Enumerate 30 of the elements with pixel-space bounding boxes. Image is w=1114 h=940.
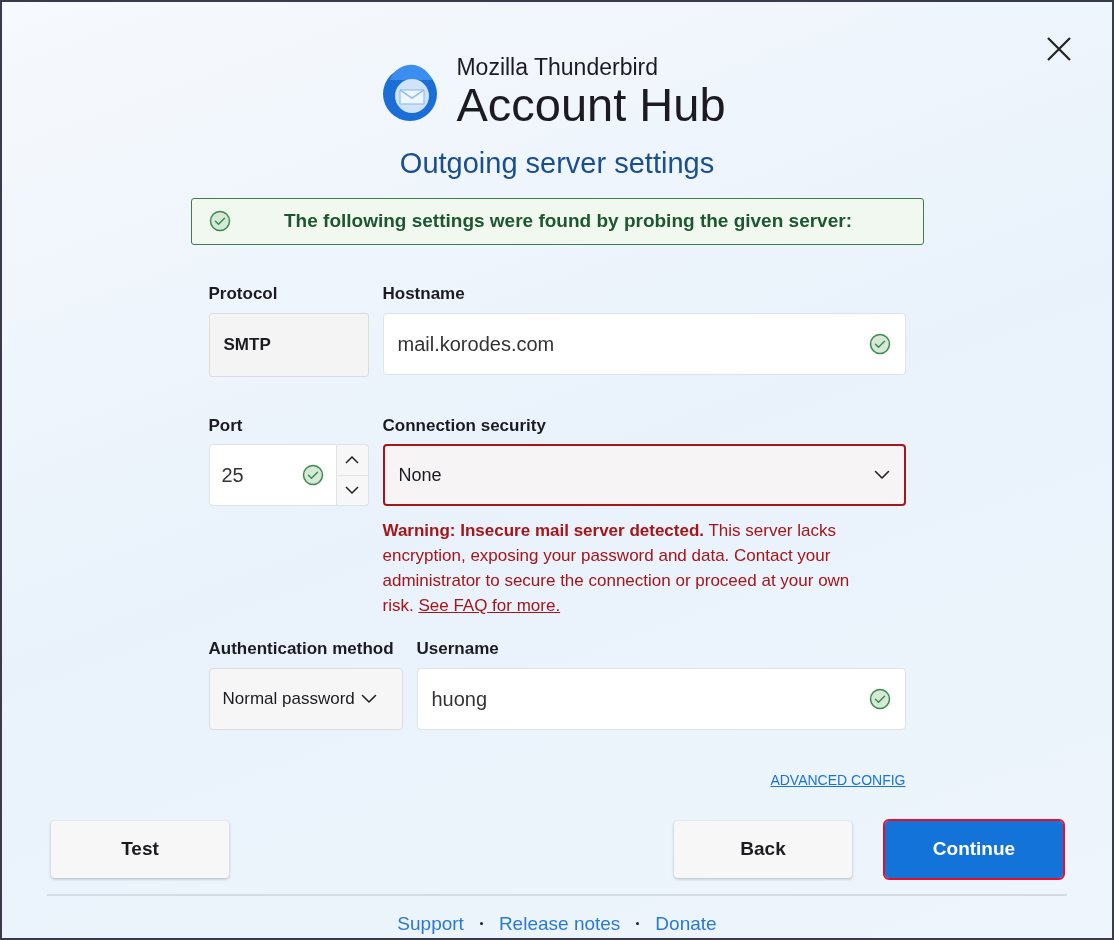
advanced-config-link[interactable]: ADVANCED CONFIG — [770, 769, 906, 791]
page-title: Outgoing server settings — [399, 146, 715, 181]
footer-link[interactable]: Support — [397, 909, 464, 938]
field-label: Hostname — [382, 283, 466, 306]
protocol-field: SMTP — [208, 312, 369, 377]
chevron-down-icon — [345, 486, 359, 495]
faq-link[interactable]: See FAQ for more. — [418, 596, 561, 616]
security-dropdown[interactable]: None — [382, 444, 906, 507]
field-label: Protocol — [208, 283, 279, 306]
warning-message: Warning: Insecure mail server detected. This server lacks encryption, exposing your password and data. Contact your administrator to secure the connection or proceed at your own risk. See FAQ for more. — [382, 520, 851, 618]
field-label: Port — [208, 414, 244, 437]
product-title: Account Hub — [456, 81, 726, 128]
field-label: Authentication method — [208, 638, 395, 661]
port-field[interactable]: 25 — [208, 444, 337, 507]
chevron-down-icon — [873, 470, 890, 481]
username-field[interactable]: huong — [416, 667, 906, 730]
secondary-button[interactable]: Test — [51, 820, 229, 878]
secondary-button[interactable]: Back — [674, 820, 852, 878]
check-circle-icon — [208, 210, 231, 233]
field-label: Connection security — [382, 414, 547, 437]
auth-method-dropdown[interactable]: Normal password — [208, 667, 403, 730]
hostname-field[interactable]: mail.korodes.com — [382, 312, 906, 375]
brand-name: Mozilla Thunderbird — [456, 56, 659, 79]
continue-button[interactable]: Continue — [885, 820, 1063, 878]
chevron-up-icon — [345, 455, 359, 464]
footer-link[interactable]: Release notes — [498, 909, 621, 938]
field-label: Username — [416, 638, 500, 661]
footer-link[interactable]: Donate — [655, 909, 717, 938]
chevron-down-icon — [360, 693, 377, 704]
banner-text: The following settings were found by probing the given server: — [283, 209, 853, 234]
